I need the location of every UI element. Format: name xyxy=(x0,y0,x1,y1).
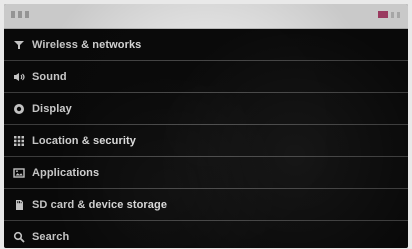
settings-menu: Wireless & networks Sound Display Locati… xyxy=(4,29,408,248)
status-bar xyxy=(4,4,408,29)
settings-item-label: Display xyxy=(32,102,72,115)
display-icon xyxy=(13,103,25,115)
settings-item-label: Search xyxy=(32,230,70,243)
device-screen: Wireless & networks Sound Display Locati… xyxy=(4,4,408,248)
status-icon xyxy=(18,11,22,18)
settings-item-label: Location & security xyxy=(32,134,136,147)
settings-item-label: Sound xyxy=(32,70,67,83)
settings-item-sound[interactable]: Sound xyxy=(4,61,408,93)
settings-item-location-security[interactable]: Location & security xyxy=(4,125,408,157)
settings-item-search[interactable]: Search xyxy=(4,221,408,248)
input-language-flag-icon xyxy=(378,11,388,18)
settings-item-label: Applications xyxy=(32,166,100,179)
settings-item-label: Wireless & networks xyxy=(32,38,142,51)
applications-icon xyxy=(13,167,25,179)
location-security-icon xyxy=(13,135,25,147)
settings-item-storage[interactable]: SD card & device storage xyxy=(4,189,408,221)
search-icon xyxy=(13,231,25,243)
battery-icon xyxy=(397,11,400,18)
notification-icons xyxy=(11,11,29,18)
status-icon xyxy=(25,11,29,18)
settings-item-display[interactable]: Display xyxy=(4,93,408,125)
sound-icon xyxy=(13,71,25,83)
settings-item-applications[interactable]: Applications xyxy=(4,157,408,189)
settings-item-label: SD card & device storage xyxy=(32,198,168,211)
wifi-icon xyxy=(13,39,25,51)
signal-icon xyxy=(391,11,394,18)
system-icons xyxy=(378,11,400,18)
status-icon xyxy=(11,11,15,18)
storage-icon xyxy=(13,199,25,211)
settings-item-wireless[interactable]: Wireless & networks xyxy=(4,29,408,61)
